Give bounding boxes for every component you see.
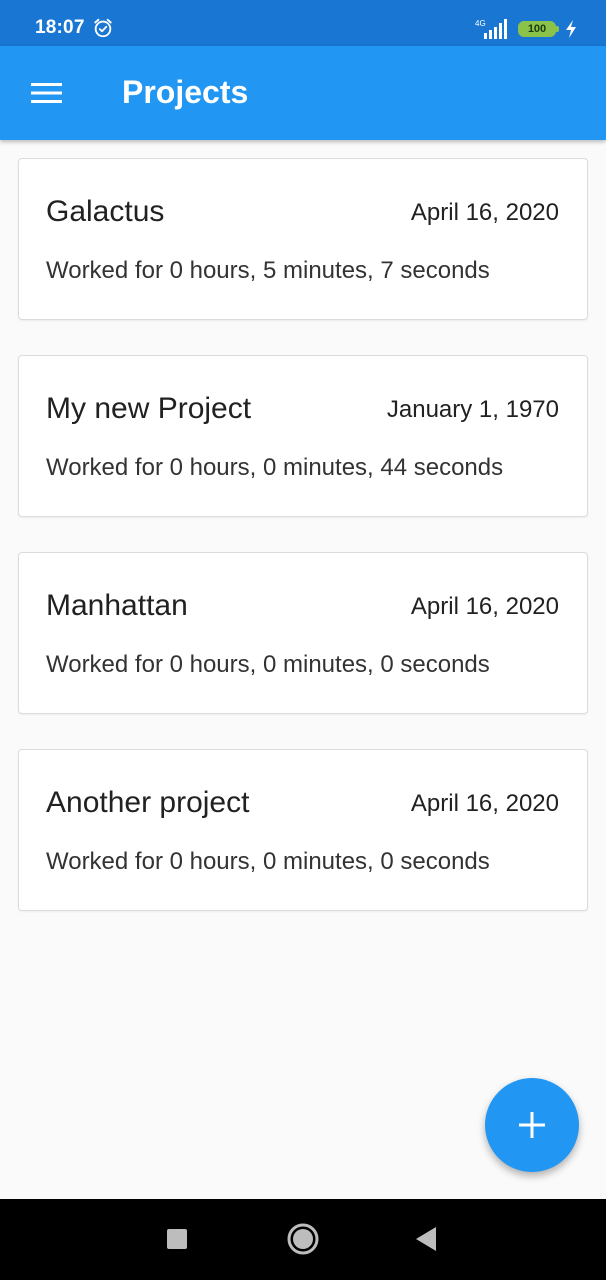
back-icon <box>416 1227 436 1251</box>
status-bar: 18:07 4G 100 <box>0 0 606 46</box>
project-card[interactable]: My new Project January 1, 1970 Worked fo… <box>18 355 588 517</box>
signal-icon: 4G <box>475 19 507 39</box>
home-icon <box>287 1223 319 1255</box>
hamburger-menu-icon <box>31 83 62 103</box>
project-date: April 16, 2020 <box>410 199 559 226</box>
menu-button[interactable] <box>22 68 72 118</box>
project-name: Another project <box>46 786 250 819</box>
status-right: 4G 100 <box>474 18 578 40</box>
home-button[interactable] <box>283 1219 323 1259</box>
project-card[interactable]: Galactus April 16, 2020 Worked for 0 hou… <box>18 158 588 320</box>
project-name: Manhattan <box>46 589 188 622</box>
status-time: 18:07 <box>35 17 85 38</box>
battery-icon: 100 <box>518 21 559 37</box>
charging-icon <box>566 20 576 38</box>
recents-icon <box>167 1229 187 1249</box>
project-card[interactable]: Manhattan April 16, 2020 Worked for 0 ho… <box>18 552 588 714</box>
recents-button[interactable] <box>157 1219 197 1259</box>
project-worked-time: Worked for 0 hours, 5 minutes, 7 seconds <box>46 257 490 284</box>
add-project-button[interactable] <box>485 1078 579 1172</box>
plus-icon <box>519 1112 545 1138</box>
battery-level: 100 <box>527 23 547 35</box>
app-bar: Projects <box>0 46 606 140</box>
project-worked-time: Worked for 0 hours, 0 minutes, 0 seconds <box>46 848 490 875</box>
project-name: Galactus <box>46 195 165 228</box>
project-worked-time: Worked for 0 hours, 0 minutes, 44 second… <box>46 454 504 481</box>
navigation-bar <box>0 1199 606 1280</box>
project-date: April 16, 2020 <box>410 593 559 620</box>
project-list: Galactus April 16, 2020 Worked for 0 hou… <box>18 158 588 946</box>
project-card[interactable]: Another project April 16, 2020 Worked fo… <box>18 749 588 911</box>
project-date: April 16, 2020 <box>410 790 559 817</box>
alarm-icon <box>94 18 112 38</box>
back-button[interactable] <box>406 1219 446 1259</box>
project-date: January 1, 1970 <box>386 396 559 423</box>
network-type-label: 4G <box>475 19 486 28</box>
project-worked-time: Worked for 0 hours, 0 minutes, 0 seconds <box>46 651 490 678</box>
project-name: My new Project <box>46 392 252 425</box>
page-title: Projects <box>122 74 249 110</box>
